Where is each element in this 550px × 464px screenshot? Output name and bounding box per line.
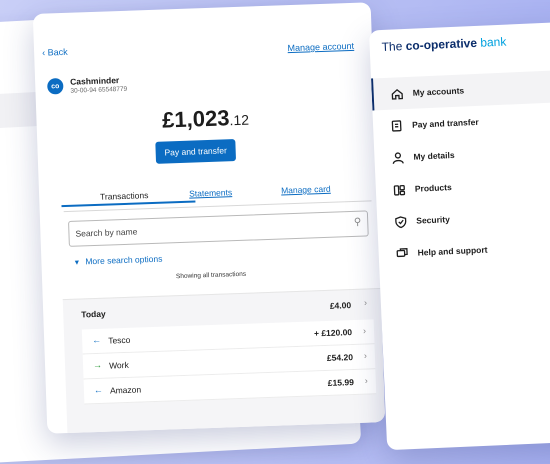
sidebar-item-label: Security <box>416 214 451 226</box>
chevron-right-icon: › <box>362 325 367 336</box>
transactions-panel: Today £4.00 › ← Tesco + £120.00 › → Work… <box>62 288 386 434</box>
sidebar-item-label: My accounts <box>412 85 465 98</box>
pay-transfer-icon <box>389 118 404 133</box>
search-icon[interactable]: ⚲ <box>354 217 362 228</box>
person-icon <box>390 150 405 165</box>
logo-prefix: The <box>381 38 406 55</box>
account-logo-badge: co <box>47 78 64 95</box>
more-search-options-label: More search options <box>85 253 163 267</box>
products-icon <box>392 182 407 197</box>
today-total: £4.00 <box>329 300 352 311</box>
manage-account-link[interactable]: Manage account <box>287 41 354 53</box>
transaction-name: Amazon <box>109 384 142 396</box>
balance-pounds: £1,023 <box>161 105 230 133</box>
shield-icon <box>393 214 408 229</box>
home-icon <box>389 86 404 101</box>
back-label: Back <box>47 46 68 58</box>
logo-suffix: bank <box>476 34 507 50</box>
sidebar-item-label: Help and support <box>417 244 488 258</box>
account-header: co Cashminder 30-00-94 65548779 <box>47 75 127 96</box>
transaction-name: Work <box>108 359 129 371</box>
account-name: Cashminder <box>69 75 120 87</box>
chevron-right-icon: › <box>363 350 368 361</box>
account-numbers: 30-00-94 65548779 <box>70 85 128 95</box>
tab-statements[interactable]: Statements <box>189 187 232 198</box>
balance: £1,023.12 <box>36 100 375 138</box>
today-heading: Today <box>81 308 106 320</box>
chevron-right-icon[interactable]: › <box>364 298 367 308</box>
sidebar-nav: My accounts Pay and transfer My details … <box>371 69 550 271</box>
transaction-name: Tesco <box>108 334 131 346</box>
transaction-amount: + £120.00 <box>313 327 353 339</box>
chevron-right-icon: › <box>364 375 368 386</box>
account-panel: ‹ Back Manage account co Cashminder 30-0… <box>32 2 386 434</box>
scene: ‹ Back Manage account co Cashminder 30-0… <box>0 0 550 464</box>
balance-pence: .12 <box>229 111 250 129</box>
transaction-amount: £54.20 <box>326 352 354 363</box>
arrow-left-icon: ← <box>93 384 104 396</box>
logo-brand: co-operative <box>405 35 478 53</box>
search-placeholder: Search by name <box>75 226 138 239</box>
tab-transactions[interactable]: Transactions <box>83 190 165 203</box>
arrow-left-icon: ← <box>92 334 102 346</box>
sidebar-item-label: Pay and transfer <box>411 116 479 130</box>
arrow-right-icon: → <box>92 359 103 371</box>
tab-bar: Transactions Statements Manage card <box>62 180 372 213</box>
search-input[interactable]: Search by name ⚲ <box>68 210 369 247</box>
transaction-amount: £15.99 <box>327 377 354 388</box>
tab-manage-card[interactable]: Manage card <box>281 184 331 196</box>
more-search-options-toggle[interactable]: ▼ More search options <box>73 254 162 267</box>
pay-and-transfer-button[interactable]: Pay and transfer <box>155 139 237 164</box>
navigation-sidebar: The co-operative bank My accounts Pay an… <box>368 21 550 451</box>
showing-status: Showing all transactions <box>175 270 247 281</box>
sidebar-item-label: Products <box>414 182 452 194</box>
back-link[interactable]: ‹ Back <box>42 47 68 58</box>
caret-down-icon: ▼ <box>73 259 81 267</box>
sidebar-item-label: My details <box>413 149 455 162</box>
chat-icon <box>394 246 409 261</box>
bank-logo[interactable]: The co-operative bank <box>381 35 506 54</box>
